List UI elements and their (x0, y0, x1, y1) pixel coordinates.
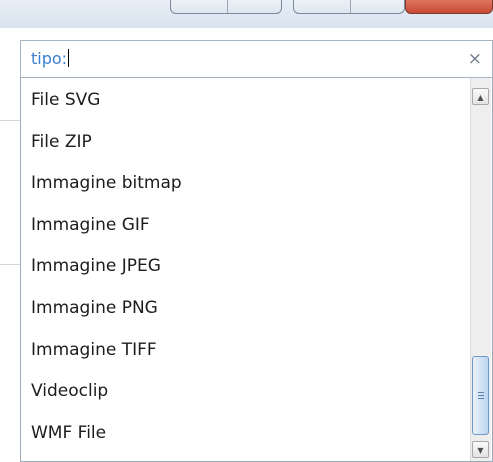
list-item[interactable]: WMF File (21, 413, 466, 455)
scrollbar-thumb[interactable] (472, 356, 489, 435)
close-window-button[interactable] (405, 0, 493, 14)
search-box[interactable]: tipo: × (20, 40, 493, 78)
list-item[interactable]: Immagine JPEG (21, 246, 466, 288)
list-item[interactable]: Immagine bitmap (21, 163, 466, 205)
suggestion-items: File SVG File ZIP Immagine bitmap Immagi… (21, 80, 466, 454)
toolbar-button-group[interactable] (170, 0, 282, 14)
clear-icon[interactable]: × (468, 49, 482, 69)
search-input[interactable]: tipo: (31, 49, 70, 68)
list-item[interactable]: Immagine TIFF (21, 330, 466, 372)
text-caret (68, 49, 70, 67)
window-controls[interactable] (293, 0, 405, 14)
background-pane (0, 28, 20, 462)
list-item[interactable]: Immagine PNG (21, 288, 466, 330)
scroll-up-icon[interactable]: ▲ (472, 88, 489, 105)
window-title-bar (0, 0, 493, 28)
vertical-scrollbar[interactable]: ▲ ▼ (470, 78, 491, 461)
suggestion-list[interactable]: File SVG File ZIP Immagine bitmap Immagi… (20, 78, 493, 462)
scroll-down-icon[interactable]: ▼ (472, 441, 489, 458)
list-item[interactable]: File ZIP (21, 122, 466, 164)
list-item[interactable]: File SVG (21, 80, 466, 122)
list-item[interactable]: Videoclip (21, 371, 466, 413)
list-item[interactable]: Immagine GIF (21, 205, 466, 247)
